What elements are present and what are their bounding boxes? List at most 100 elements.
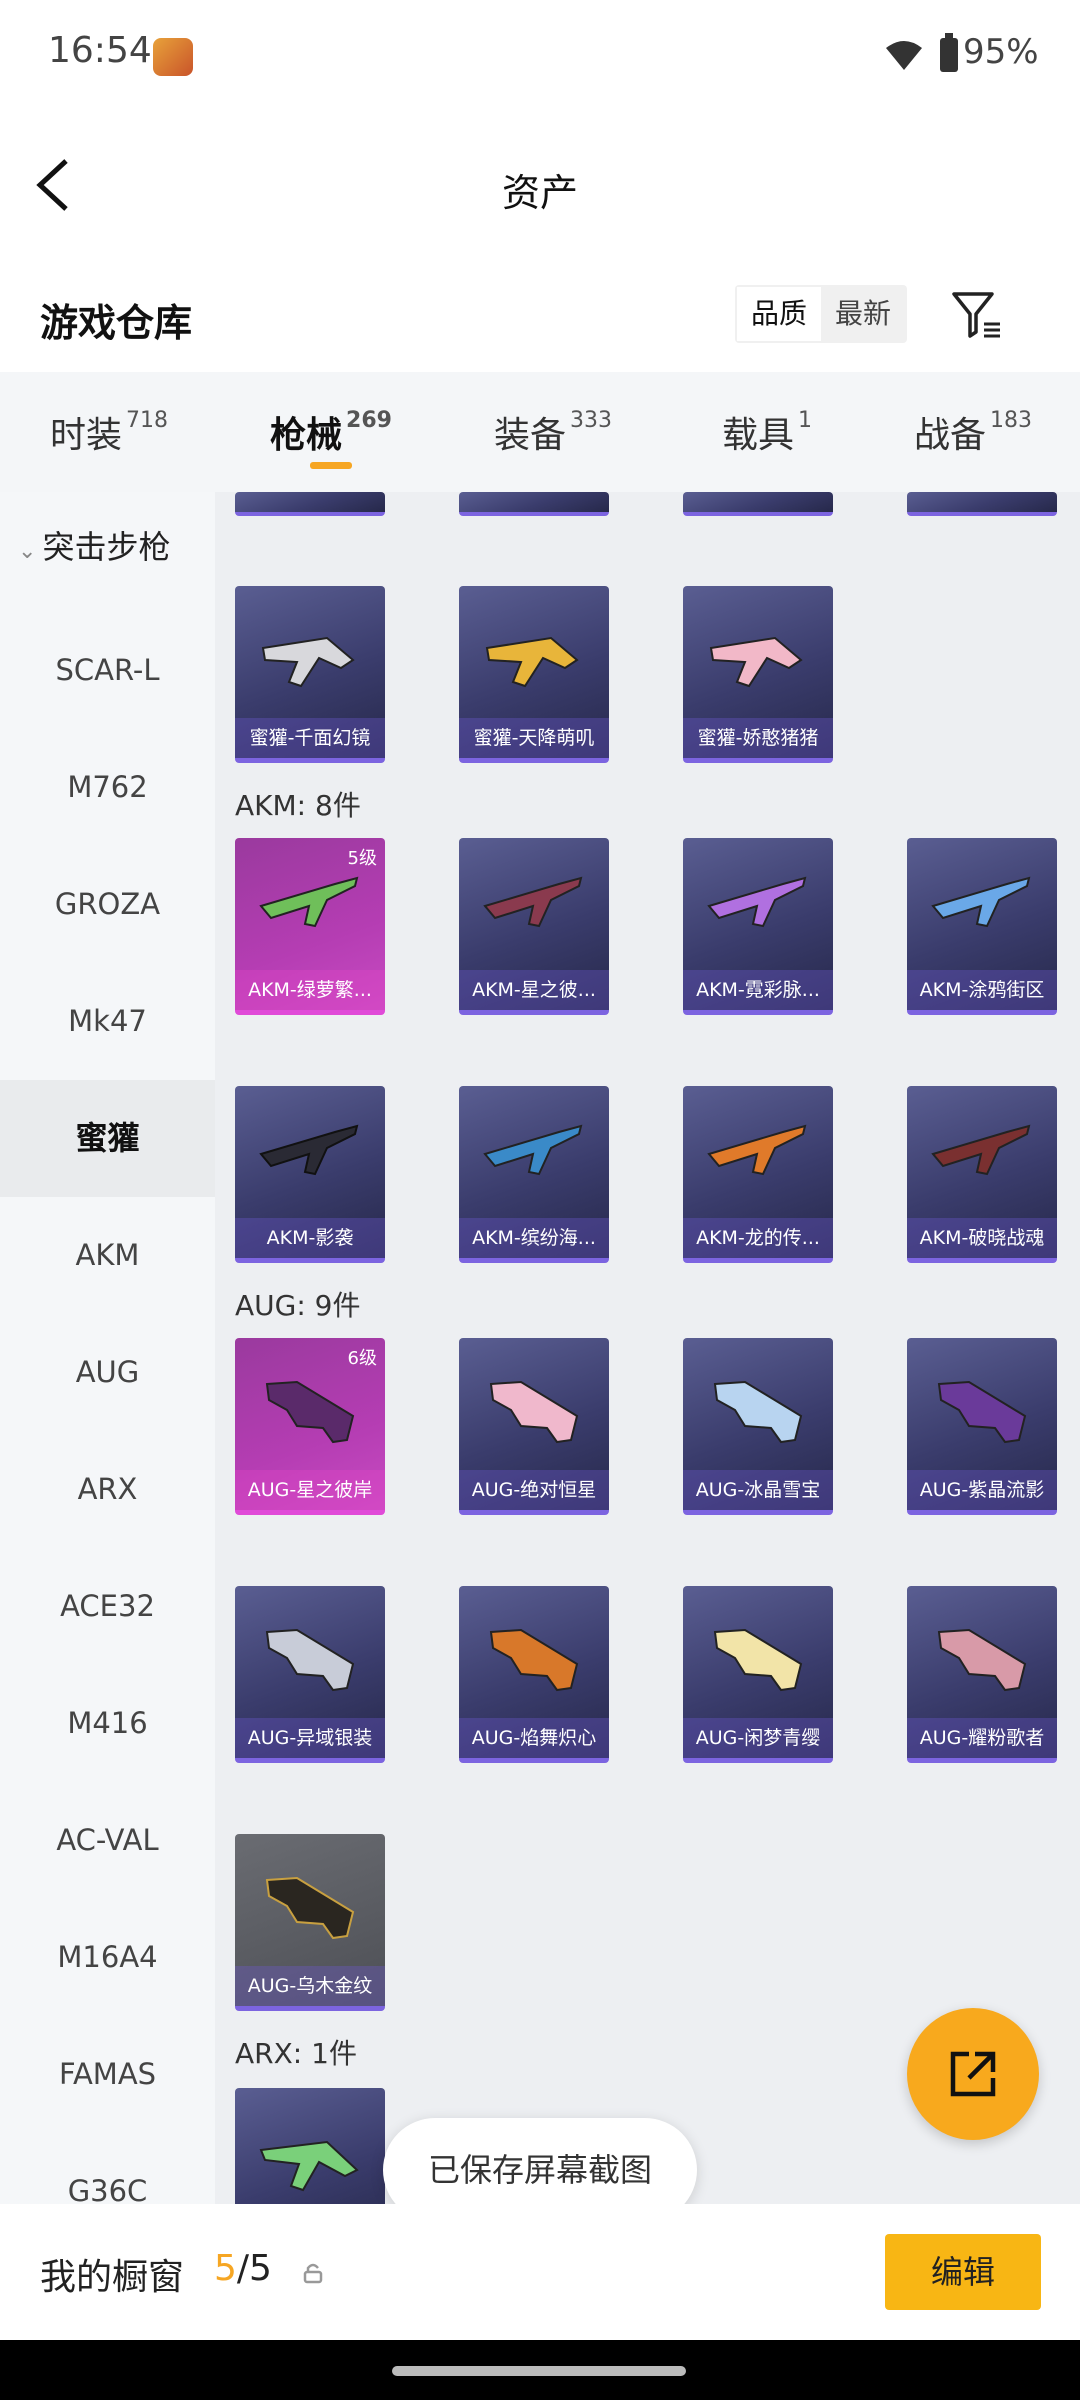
rifle-icon [709, 636, 803, 688]
skin-card[interactable]: 6级 AUG-星之彼岸 [235, 1338, 385, 1515]
skin-name: AKM-星之彼... [459, 970, 609, 1010]
skin-name: AKM-缤纷海... [459, 1218, 609, 1258]
edit-button[interactable]: 编辑 [885, 2234, 1041, 2310]
tab-label: 战备 [914, 415, 987, 456]
rifle-icon [265, 1380, 355, 1444]
rifle-icon [707, 876, 807, 928]
sort-quality-button[interactable]: 品质 [737, 287, 821, 341]
home-gesture-handle[interactable] [392, 2366, 686, 2376]
weapon-sidebar: ⌄ 突击步枪 SCAR-L M762 GROZA Mk47 蜜獾 AKM AUG … [0, 492, 215, 2208]
category-assault-rifle[interactable]: ⌄ 突击步枪 [18, 522, 170, 568]
tab-firearms[interactable]: 枪械 269 [270, 406, 392, 458]
rifle-icon [485, 636, 579, 688]
sidebar-item-ac-val[interactable]: AC-VAL [0, 1782, 215, 1899]
rifle-icon [489, 1628, 579, 1692]
sort-newest-button[interactable]: 最新 [821, 285, 905, 343]
tab-label: 时装 [50, 415, 123, 456]
rifle-icon [937, 1628, 1027, 1692]
skin-name: 蜜獾-天降萌叽 [459, 718, 609, 758]
sidebar-item-m762[interactable]: M762 [0, 729, 215, 846]
skin-card[interactable]: AKM-涂鸦街区 [907, 838, 1057, 1015]
sidebar-item-ace32[interactable]: ACE32 [0, 1548, 215, 1665]
skin-card[interactable]: AUG-闲梦青缨 [683, 1586, 833, 1763]
rifle-icon [489, 1380, 579, 1444]
tab-count: 183 [990, 408, 1033, 433]
tab-count: 718 [126, 408, 169, 433]
app-header: 资产 [0, 110, 1080, 260]
skin-card-partial[interactable] [459, 492, 609, 516]
rifle-icon [265, 1628, 355, 1692]
rifle-icon [259, 876, 359, 928]
sidebar-item-m416[interactable]: M416 [0, 1665, 215, 1782]
showcase-count-current: 5 [214, 2248, 237, 2289]
skin-card[interactable] [235, 2088, 385, 2204]
sidebar-item-akm[interactable]: AKM [0, 1197, 215, 1314]
skin-card[interactable]: AUG-乌木金纹 [235, 1834, 385, 2011]
sidebar-item-honey-badger[interactable]: 蜜獾 [0, 1080, 215, 1197]
skin-name: AUG-冰晶雪宝 [683, 1470, 833, 1510]
sidebar-item-scar-l[interactable]: SCAR-L [0, 612, 215, 729]
group-label-akm: AKM: 8件 [235, 789, 361, 822]
skin-card[interactable]: AUG-绝对恒星 [459, 1338, 609, 1515]
share-button[interactable] [907, 2008, 1039, 2140]
status-time: 16:54 [48, 30, 152, 71]
skin-card[interactable]: AKM-破晓战魂 [907, 1086, 1057, 1263]
status-bar: 16:54 95% [0, 0, 1080, 110]
sidebar-item-arx[interactable]: ARX [0, 1431, 215, 1548]
skin-card[interactable]: AUG-紫晶流影 [907, 1338, 1057, 1515]
skin-card[interactable]: AUG-耀粉歌者 [907, 1586, 1057, 1763]
sidebar-item-mk47[interactable]: Mk47 [0, 963, 215, 1080]
skin-card[interactable]: 蜜獾-天降萌叽 [459, 586, 609, 763]
rifle-icon [483, 876, 583, 928]
rifle-icon [713, 1380, 803, 1444]
tab-label: 载具 [722, 415, 795, 456]
rifle-icon [937, 1380, 1027, 1444]
skin-name: AUG-乌木金纹 [235, 1966, 385, 2006]
tab-equipment[interactable]: 装备 333 [494, 406, 612, 458]
sidebar-item-aug[interactable]: AUG [0, 1314, 215, 1431]
tab-fashion[interactable]: 时装 718 [50, 406, 168, 458]
sidebar-item-groza[interactable]: GROZA [0, 846, 215, 963]
system-nav-bar [0, 2340, 1080, 2400]
category-tabs: 时装 718 枪械 269 装备 333 载具 1 战备 183 [0, 372, 1080, 492]
wifi-icon [886, 41, 922, 70]
skin-card[interactable]: 蜜獾-娇憨猪猪 [683, 586, 833, 763]
skin-card[interactable]: AKM-星之彼... [459, 838, 609, 1015]
skin-card-partial[interactable] [683, 492, 833, 516]
skin-name: AKM-霓彩脉... [683, 970, 833, 1010]
skin-name: 蜜獾-千面幻镜 [235, 718, 385, 758]
tab-count: 269 [346, 408, 392, 433]
skin-card[interactable]: 蜜獾-千面幻镜 [235, 586, 385, 763]
skin-card-partial[interactable] [235, 492, 385, 516]
skin-name: AUG-耀粉歌者 [907, 1718, 1057, 1758]
skin-name: AKM-破晓战魂 [907, 1218, 1057, 1258]
skin-card[interactable]: AKM-缤纷海... [459, 1086, 609, 1263]
skin-card[interactable]: AKM-影袭 [235, 1086, 385, 1263]
tab-count: 333 [570, 408, 613, 433]
sidebar-item-famas[interactable]: FAMAS [0, 2016, 215, 2133]
skin-card[interactable]: AUG-冰晶雪宝 [683, 1338, 833, 1515]
skin-card[interactable]: 5级 AKM-绿萝繁... [235, 838, 385, 1015]
tab-count: 1 [798, 408, 813, 433]
battery-icon [940, 33, 958, 72]
skin-card[interactable]: AKM-霓彩脉... [683, 838, 833, 1015]
group-label-aug: AUG: 9件 [235, 1289, 361, 1322]
filter-icon[interactable] [950, 288, 1004, 342]
skin-card-partial[interactable] [907, 492, 1057, 516]
skin-name: AUG-绝对恒星 [459, 1470, 609, 1510]
rifle-icon [265, 1876, 355, 1940]
rifle-icon [931, 1124, 1031, 1176]
skin-name: AUG-紫晶流影 [907, 1470, 1057, 1510]
skin-card[interactable]: AKM-龙的传... [683, 1086, 833, 1263]
level-badge: 6级 [347, 1348, 377, 1369]
battery-percent: 95% [963, 32, 1039, 72]
skin-card[interactable]: AUG-异域银装 [235, 1586, 385, 1763]
showcase-label: 我的橱窗 [40, 2257, 185, 2298]
rifle-icon [707, 1124, 807, 1176]
skin-name: AKM-涂鸦街区 [907, 970, 1057, 1010]
tab-supplies[interactable]: 战备 183 [914, 406, 1032, 458]
skin-card[interactable]: AUG-焰舞炽心 [459, 1586, 609, 1763]
rifle-icon [483, 1124, 583, 1176]
sidebar-item-m16a4[interactable]: M16A4 [0, 1899, 215, 2016]
tab-vehicles[interactable]: 载具 1 [722, 406, 812, 458]
